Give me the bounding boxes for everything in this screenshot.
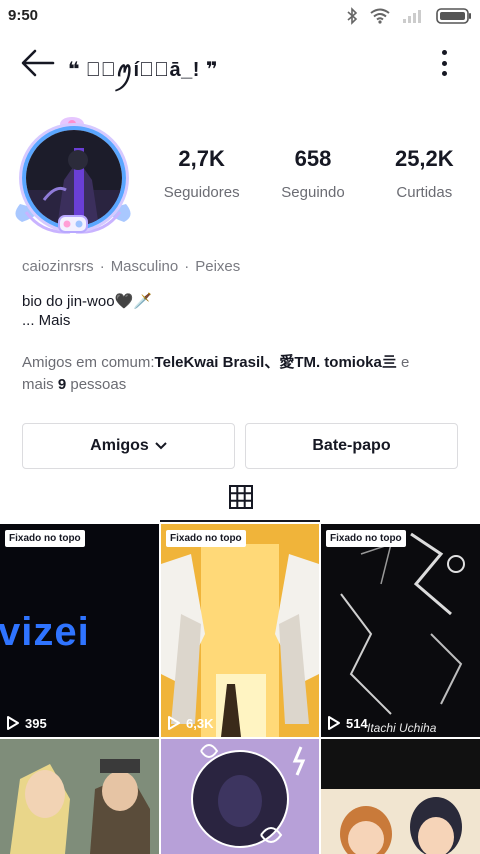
view-count-value: 514: [346, 715, 368, 731]
back-button[interactable]: [20, 46, 56, 80]
active-tab-indicator: [160, 520, 320, 522]
play-icon: [328, 716, 340, 730]
sign-tag: Peixes: [195, 258, 241, 275]
signal-icon: [403, 10, 421, 23]
more-vertical-icon: [441, 50, 447, 55]
videos-tab[interactable]: [228, 484, 254, 510]
mutual-count: 9: [57, 376, 67, 393]
view-count-value: 6,3K: [186, 715, 214, 731]
video-signature: Itachi Uchiha: [367, 721, 437, 735]
mutual-friends[interactable]: Amigos em comum:TeleKwai Brasil、愛TM. tom…: [22, 352, 462, 396]
mutual-suffix-b: mais: [22, 376, 58, 393]
battery-icon: [436, 8, 471, 24]
mutual-friend-names: TeleKwai Brasil、愛TM. tomioka亖: [154, 354, 397, 371]
more-options-button[interactable]: [434, 48, 454, 78]
mutual-prefix: Amigos em comum:: [22, 354, 155, 371]
profile-name: ❝ ⃟⃟ꪑí⃟⃟ā_! ❞: [68, 59, 219, 81]
play-icon: [168, 716, 180, 730]
stat-likes[interactable]: 25,2K Curtidas: [369, 146, 480, 201]
profile-stats: 2,7K Seguidores 658 Seguindo 25,2K Curti…: [146, 146, 480, 201]
bio: bio do jin-woo🖤🗡️ ... Mais: [22, 292, 152, 330]
video-artwork: [161, 524, 319, 737]
view-count: 6,3K: [167, 715, 213, 731]
wifi-icon: [370, 8, 390, 24]
video-overlay-text: vizei: [0, 610, 90, 654]
followers-count: 2,7K: [178, 146, 225, 171]
username: caiozinrsrs: [22, 258, 94, 275]
profile-header: ❝ ⃟⃟ꪑí⃟⃟ā_! ❞: [0, 38, 480, 88]
video-artwork: [321, 739, 480, 854]
video-thumbnail[interactable]: Fixado no topo Itachi Uchiha 514: [321, 524, 480, 737]
pinned-badge: Fixado no topo: [166, 530, 246, 547]
followers-label: Seguidores: [163, 184, 240, 201]
video-grid: vizei Fixado no topo 395 Fixado no topo …: [0, 524, 480, 854]
following-label: Seguindo: [281, 184, 345, 201]
profile-actions: Amigos Bate-papo: [22, 423, 458, 469]
status-time: 9:50: [8, 7, 39, 24]
back-arrow-icon: [21, 49, 55, 77]
status-icons: [347, 7, 472, 25]
chevron-down-icon: [155, 442, 167, 450]
video-thumbnail[interactable]: Fixado no topo 6,3K: [161, 524, 319, 737]
likes-count: 25,2K: [394, 146, 454, 171]
bluetooth-icon: [347, 7, 358, 25]
likes-label: Curtidas: [396, 184, 453, 201]
status-bar: 9:50: [0, 0, 480, 34]
pinned-badge: Fixado no topo: [326, 530, 406, 547]
mutual-suffix-c: pessoas: [66, 376, 127, 393]
video-thumbnail[interactable]: vizei Fixado no topo 395: [0, 524, 159, 737]
friends-button[interactable]: Amigos: [22, 423, 235, 469]
chat-button[interactable]: Bate-papo: [245, 423, 458, 469]
content-tabs: [0, 482, 480, 522]
video-artwork: [0, 739, 159, 854]
stat-following[interactable]: 658 Seguindo: [257, 146, 368, 201]
play-icon: [7, 716, 19, 730]
grid-icon: [229, 485, 253, 509]
video-thumbnail[interactable]: [161, 739, 319, 854]
video-artwork: [161, 739, 319, 854]
view-count: 514: [327, 715, 368, 731]
avatar-frame[interactable]: [12, 112, 134, 240]
bio-more-link[interactable]: ... Mais: [22, 311, 152, 330]
avatar-bottom-gem: [58, 215, 88, 233]
gender-tag: Masculino: [110, 258, 179, 275]
bio-text: bio do jin-woo🖤🗡️: [22, 293, 152, 310]
view-count-value: 395: [25, 715, 47, 731]
pinned-badge: Fixado no topo: [5, 530, 85, 547]
view-count: 395: [6, 715, 47, 731]
video-artwork: [340, 532, 465, 715]
profile-meta: caiozinrsrs · Masculino · Peixes: [22, 258, 241, 275]
stat-followers[interactable]: 2,7K Seguidores: [146, 146, 257, 201]
mutual-suffix-a: e: [396, 354, 410, 371]
chat-button-label: Bate-papo: [312, 437, 391, 454]
video-thumbnail[interactable]: [321, 739, 480, 854]
video-thumbnail[interactable]: [0, 739, 159, 854]
friends-button-label: Amigos: [90, 437, 149, 454]
following-count: 658: [294, 146, 332, 171]
